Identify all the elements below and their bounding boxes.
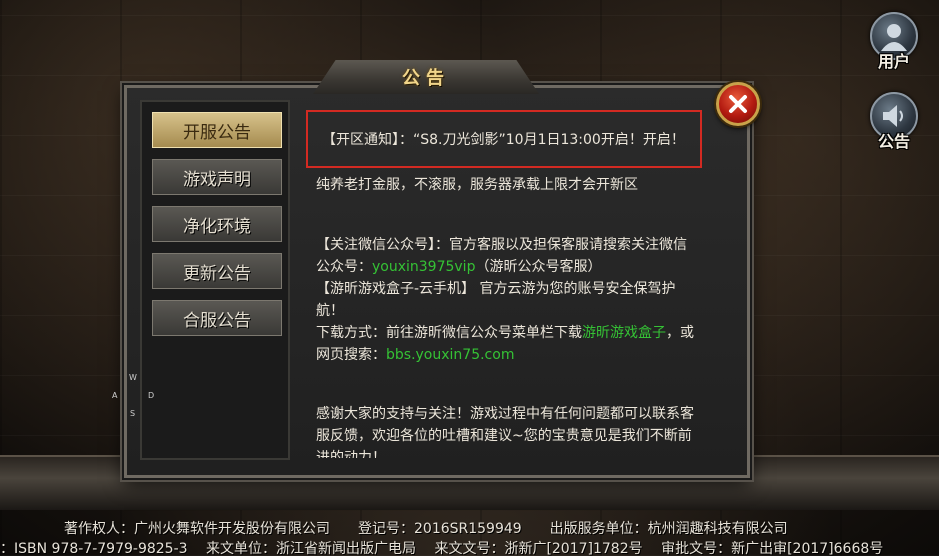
tab-merge-notice[interactable]: 合服公告 — [152, 300, 282, 336]
box-line-1: 【游昕游戏盒子-云手机】 官方云游为您的账号安全保驾护 — [316, 281, 676, 297]
tab-game-statement[interactable]: 游戏声明 — [152, 159, 282, 195]
tab-clean-environment[interactable]: 净化环境 — [152, 206, 282, 242]
dialog-title-plate: 公告 — [313, 60, 539, 94]
box-line-2: 航！ — [316, 303, 344, 319]
notice-button[interactable]: 公告 — [866, 92, 922, 156]
wechat-line-2: 公众号：youxin3975vip（游昕公众号客服） — [316, 256, 726, 278]
download-line-1: 下载方式：前往游昕微信公众号菜单栏下载游昕游戏盒子，或 — [316, 322, 726, 344]
key-a: A — [112, 391, 118, 400]
key-s: S — [130, 409, 136, 418]
notice-line: 【开区通知】：“S8.刀光剑影”10月1日13:00开启！开启！ — [322, 132, 685, 148]
download-prefix: 下载方式：前往游昕微信公众号菜单栏下载 — [316, 325, 582, 341]
footer-line-2: ：ISBN 978-7-7979-9825-3 来文单位：浙江省新闻出版广电局 … — [0, 541, 884, 556]
key-w: W — [129, 373, 137, 382]
dialog-title: 公告 — [402, 68, 450, 89]
thanks-line-1: 感谢大家的支持与关注！游戏过程中有任何问题都可以联系客 — [316, 406, 694, 422]
site-link[interactable]: bbs.youxin75.com — [386, 347, 514, 363]
thanks-line-3: 进的动力！ — [316, 450, 386, 458]
footer-line-1: 著作权人：广州火舞软件开发股份有限公司 登记号：2016SR159949 出版服… — [64, 521, 788, 537]
user-button-label: 用户 — [877, 52, 910, 71]
wechat-id: youxin3975vip — [372, 259, 476, 275]
download-line-2: 网页搜索：bbs.youxin75.com — [316, 344, 726, 366]
web-search-prefix: 网页搜索： — [316, 347, 386, 363]
wechat-prefix: 公众号： — [316, 259, 372, 275]
download-link[interactable]: 游昕游戏盒子 — [582, 325, 666, 341]
user-button[interactable]: 用户 — [866, 12, 922, 76]
download-suffix: ，或 — [666, 325, 694, 341]
tab-list: 开服公告 游戏声明 净化环境 更新公告 合服公告 — [140, 100, 290, 460]
tab-server-open[interactable]: 开服公告 — [152, 112, 282, 148]
highlighted-notice: 【开区通知】：“S8.刀光剑影”10月1日13:00开启！开启！ — [306, 110, 702, 168]
wechat-suffix: （游昕公众号客服） — [475, 259, 602, 275]
announcement-content[interactable]: 【开区通知】：“S8.刀光剑影”10月1日13:00开启！开启！ 纯养老打金服，… — [300, 100, 735, 458]
wechat-line-1: 【关注微信公众号】：官方客服以及担保客服请搜索关注微信 — [316, 237, 687, 253]
key-d: D — [148, 391, 155, 400]
content-line: 纯养老打金服，不滚服，服务器承载上限才会开新区 — [316, 177, 638, 193]
tab-update-notice[interactable]: 更新公告 — [152, 253, 282, 289]
notice-button-label: 公告 — [877, 132, 910, 151]
thanks-line-2: 服反馈，欢迎各位的吐槽和建议~您的宝贵意见是我们不断前 — [316, 428, 692, 444]
